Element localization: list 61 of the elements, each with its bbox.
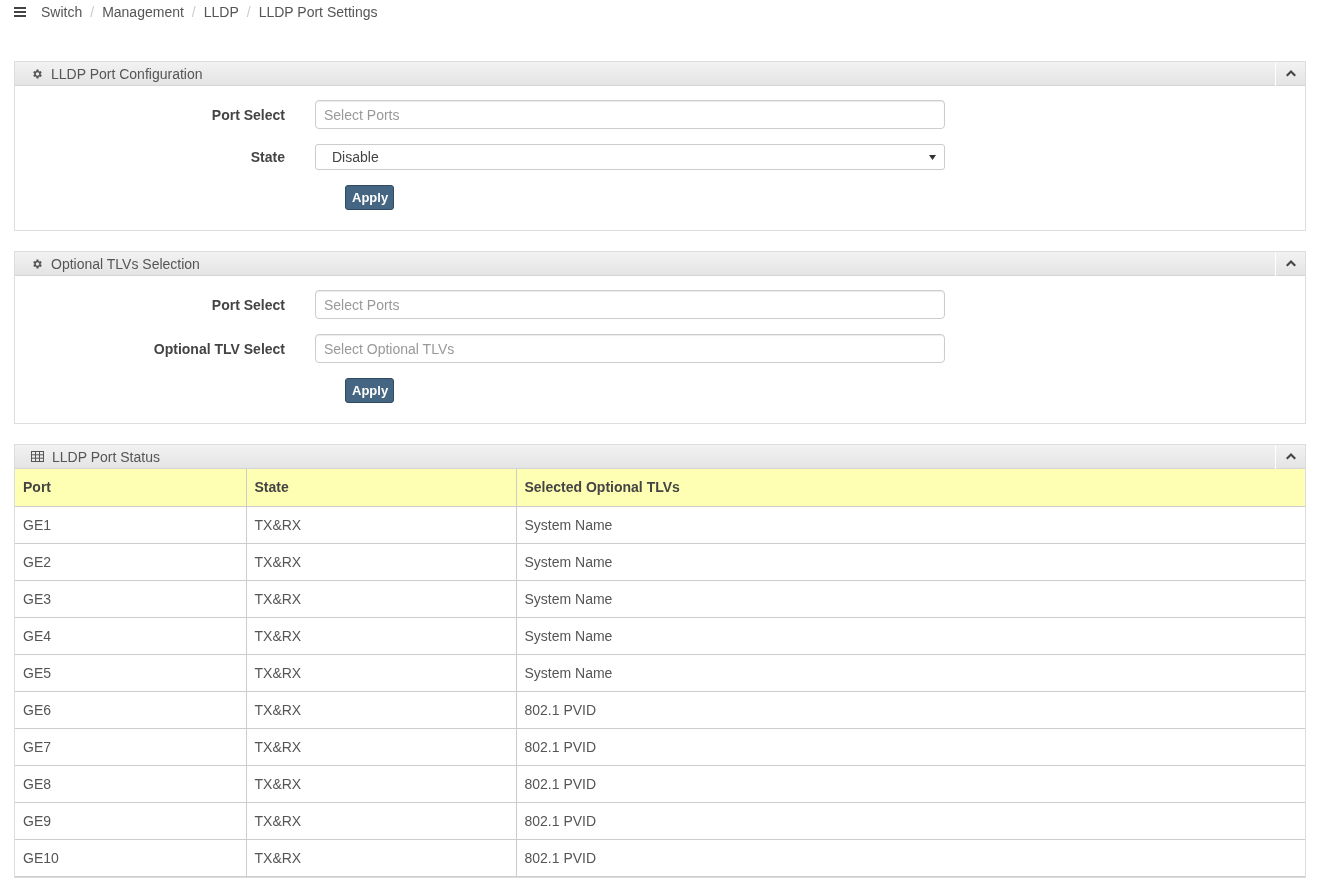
menu-icon[interactable] bbox=[14, 7, 26, 17]
table-cell: TX&RX bbox=[246, 839, 516, 876]
input-field[interactable]: Select Optional TLVs bbox=[315, 334, 945, 363]
table-cell: GE6 bbox=[15, 691, 246, 728]
field-label: Port Select bbox=[210, 296, 286, 313]
table-cell: 802.1 PVID bbox=[516, 765, 1305, 802]
field-label: Optional TLV Select bbox=[152, 340, 286, 357]
table-cell: TX&RX bbox=[246, 654, 516, 691]
panel-title: LLDP Port Configuration bbox=[51, 65, 204, 82]
table-cell: GE4 bbox=[15, 617, 246, 654]
dropdown-arrow-icon bbox=[929, 154, 936, 160]
caret-icon bbox=[1285, 453, 1296, 460]
breadcrumb-item[interactable]: Switch bbox=[41, 4, 83, 20]
column-header: State bbox=[246, 469, 516, 506]
panel-title: LLDP Port Status bbox=[52, 448, 161, 465]
table-cell: GE5 bbox=[15, 654, 246, 691]
table-cell: GE8 bbox=[15, 765, 246, 802]
table-cell: TX&RX bbox=[246, 765, 516, 802]
dropdown-field[interactable]: Disable bbox=[315, 144, 945, 170]
caret-icon bbox=[1285, 260, 1296, 267]
table-cell: TX&RX bbox=[246, 506, 516, 543]
table-cell: 802.1 PVID bbox=[516, 691, 1305, 728]
apply-button[interactable]: Apply bbox=[345, 378, 394, 403]
table-cell: System Name bbox=[516, 543, 1305, 580]
field-label: Port Select bbox=[210, 106, 286, 123]
breadcrumb-item[interactable]: LLDP bbox=[203, 4, 239, 20]
table-cell: GE10 bbox=[15, 839, 246, 876]
table-cell: TX&RX bbox=[246, 617, 516, 654]
gear-icon bbox=[31, 257, 43, 270]
breadcrumb-separator: / bbox=[191, 4, 196, 20]
gear-icon bbox=[31, 67, 43, 80]
table-cell: TX&RX bbox=[246, 728, 516, 765]
table-cell: GE1 bbox=[15, 506, 246, 543]
table-cell: 802.1 PVID bbox=[516, 802, 1305, 839]
table-cell: System Name bbox=[516, 617, 1305, 654]
table-cell: 802.1 PVID bbox=[516, 839, 1305, 876]
table-cell: GE2 bbox=[15, 543, 246, 580]
table-cell: GE7 bbox=[15, 728, 246, 765]
input-field[interactable]: Select Ports bbox=[315, 100, 945, 129]
table-cell: GE9 bbox=[15, 802, 246, 839]
caret-icon bbox=[1285, 70, 1296, 77]
table-cell: TX&RX bbox=[246, 802, 516, 839]
breadcrumb-item[interactable]: Management bbox=[102, 4, 184, 20]
apply-button[interactable]: Apply bbox=[345, 185, 394, 210]
table-cell: System Name bbox=[516, 580, 1305, 617]
table-cell: TX&RX bbox=[246, 691, 516, 728]
table-cell: TX&RX bbox=[246, 580, 516, 617]
field-label: State bbox=[249, 149, 286, 165]
table-cell: System Name bbox=[516, 506, 1305, 543]
table-cell: TX&RX bbox=[246, 543, 516, 580]
table-cell: 802.1 PVID bbox=[516, 728, 1305, 765]
panel-title: Optional TLVs Selection bbox=[51, 255, 201, 272]
breadcrumb-separator: / bbox=[90, 4, 95, 20]
table-icon bbox=[31, 451, 44, 462]
table-cell: System Name bbox=[516, 654, 1305, 691]
column-header: Port bbox=[15, 469, 246, 506]
input-field[interactable]: Select Ports bbox=[315, 290, 945, 319]
column-header: Selected Optional TLVs bbox=[516, 469, 1305, 506]
table-cell: GE3 bbox=[15, 580, 246, 617]
breadcrumb-item: LLDP Port Settings bbox=[258, 4, 378, 20]
breadcrumb-separator: / bbox=[246, 4, 251, 20]
